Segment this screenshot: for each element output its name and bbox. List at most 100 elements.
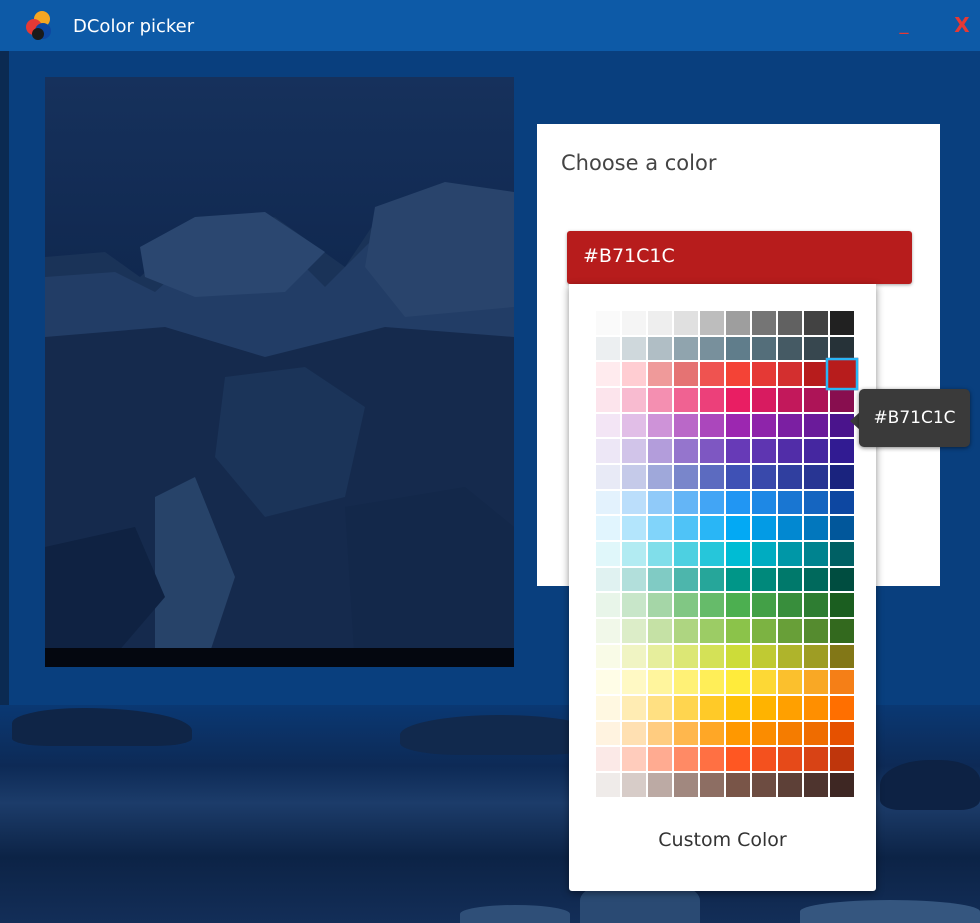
- color-swatch[interactable]: [777, 387, 803, 413]
- color-swatch[interactable]: [829, 566, 855, 593]
- color-swatch[interactable]: [777, 695, 803, 721]
- color-swatch[interactable]: [725, 720, 751, 747]
- color-swatch[interactable]: [647, 464, 673, 490]
- color-swatch[interactable]: [803, 720, 829, 747]
- color-swatch[interactable]: [621, 310, 647, 336]
- color-swatch[interactable]: [803, 310, 829, 336]
- color-swatch[interactable]: [595, 746, 621, 773]
- color-swatch[interactable]: [699, 310, 725, 336]
- color-swatch[interactable]: [777, 310, 803, 336]
- color-swatch[interactable]: [673, 592, 699, 619]
- color-swatch[interactable]: [777, 541, 803, 567]
- color-swatch[interactable]: [725, 772, 751, 798]
- color-swatch[interactable]: [699, 669, 725, 696]
- color-swatch[interactable]: [621, 643, 647, 670]
- color-swatch[interactable]: [803, 746, 829, 773]
- color-swatch[interactable]: [751, 438, 777, 465]
- color-swatch[interactable]: [673, 643, 699, 670]
- color-swatch[interactable]: [699, 464, 725, 490]
- color-swatch[interactable]: [751, 669, 777, 696]
- color-swatch[interactable]: [751, 515, 777, 542]
- color-swatch[interactable]: [595, 669, 621, 696]
- color-swatch[interactable]: [825, 358, 859, 391]
- color-swatch[interactable]: [725, 541, 751, 567]
- color-swatch[interactable]: [699, 566, 725, 593]
- color-swatch[interactable]: [699, 515, 725, 542]
- color-swatch[interactable]: [803, 618, 829, 644]
- color-swatch[interactable]: [829, 489, 855, 516]
- color-swatch[interactable]: [777, 643, 803, 670]
- color-swatch[interactable]: [647, 310, 673, 336]
- color-swatch[interactable]: [673, 515, 699, 542]
- color-swatch[interactable]: [621, 489, 647, 516]
- color-swatch[interactable]: [699, 541, 725, 567]
- color-swatch[interactable]: [595, 335, 621, 362]
- color-swatch[interactable]: [647, 361, 673, 388]
- color-swatch[interactable]: [751, 618, 777, 644]
- color-swatch[interactable]: [725, 669, 751, 696]
- color-swatch[interactable]: [699, 695, 725, 721]
- color-swatch[interactable]: [699, 720, 725, 747]
- color-swatch[interactable]: [751, 412, 777, 439]
- color-swatch[interactable]: [595, 361, 621, 388]
- color-swatch[interactable]: [699, 592, 725, 619]
- color-swatch[interactable]: [621, 746, 647, 773]
- color-swatch[interactable]: [803, 669, 829, 696]
- color-swatch[interactable]: [595, 695, 621, 721]
- color-swatch[interactable]: [673, 335, 699, 362]
- color-swatch[interactable]: [647, 541, 673, 567]
- color-swatch[interactable]: [777, 772, 803, 798]
- color-swatch[interactable]: [777, 438, 803, 465]
- color-swatch[interactable]: [647, 412, 673, 439]
- color-swatch[interactable]: [751, 772, 777, 798]
- color-swatch[interactable]: [647, 592, 673, 619]
- color-swatch[interactable]: [673, 310, 699, 336]
- color-swatch[interactable]: [751, 541, 777, 567]
- color-swatch[interactable]: [751, 387, 777, 413]
- color-swatch[interactable]: [829, 643, 855, 670]
- color-swatch[interactable]: [803, 489, 829, 516]
- color-swatch[interactable]: [725, 618, 751, 644]
- color-swatch[interactable]: [647, 387, 673, 413]
- color-value-field[interactable]: #B71C1C: [567, 231, 912, 284]
- color-swatch[interactable]: [621, 412, 647, 439]
- color-swatch[interactable]: [595, 592, 621, 619]
- color-swatch[interactable]: [595, 438, 621, 465]
- color-swatch[interactable]: [725, 643, 751, 670]
- color-swatch[interactable]: [673, 361, 699, 388]
- color-swatch[interactable]: [829, 592, 855, 619]
- color-swatch[interactable]: [777, 720, 803, 747]
- color-swatch[interactable]: [621, 720, 647, 747]
- color-swatch[interactable]: [673, 489, 699, 516]
- custom-color-button[interactable]: Custom Color: [569, 829, 876, 851]
- color-swatch[interactable]: [777, 335, 803, 362]
- color-swatch[interactable]: [803, 387, 829, 413]
- color-swatch[interactable]: [777, 464, 803, 490]
- color-swatch[interactable]: [725, 592, 751, 619]
- color-swatch[interactable]: [803, 541, 829, 567]
- color-swatch[interactable]: [829, 387, 855, 413]
- color-swatch[interactable]: [803, 695, 829, 721]
- color-swatch[interactable]: [647, 618, 673, 644]
- color-swatch[interactable]: [673, 387, 699, 413]
- minimize-button[interactable]: _: [894, 14, 914, 36]
- color-swatch[interactable]: [673, 669, 699, 696]
- color-swatch[interactable]: [777, 566, 803, 593]
- color-swatch[interactable]: [595, 643, 621, 670]
- color-swatch[interactable]: [829, 310, 855, 336]
- color-swatch[interactable]: [621, 566, 647, 593]
- color-swatch[interactable]: [751, 489, 777, 516]
- color-swatch[interactable]: [673, 464, 699, 490]
- color-swatch[interactable]: [751, 592, 777, 619]
- color-swatch[interactable]: [699, 489, 725, 516]
- color-swatch[interactable]: [803, 592, 829, 619]
- color-swatch[interactable]: [595, 618, 621, 644]
- color-swatch[interactable]: [829, 772, 855, 798]
- color-swatch[interactable]: [751, 643, 777, 670]
- color-swatch[interactable]: [803, 464, 829, 490]
- color-swatch[interactable]: [777, 361, 803, 388]
- color-swatch[interactable]: [621, 438, 647, 465]
- color-swatch[interactable]: [777, 746, 803, 773]
- color-swatch[interactable]: [699, 438, 725, 465]
- color-swatch[interactable]: [699, 387, 725, 413]
